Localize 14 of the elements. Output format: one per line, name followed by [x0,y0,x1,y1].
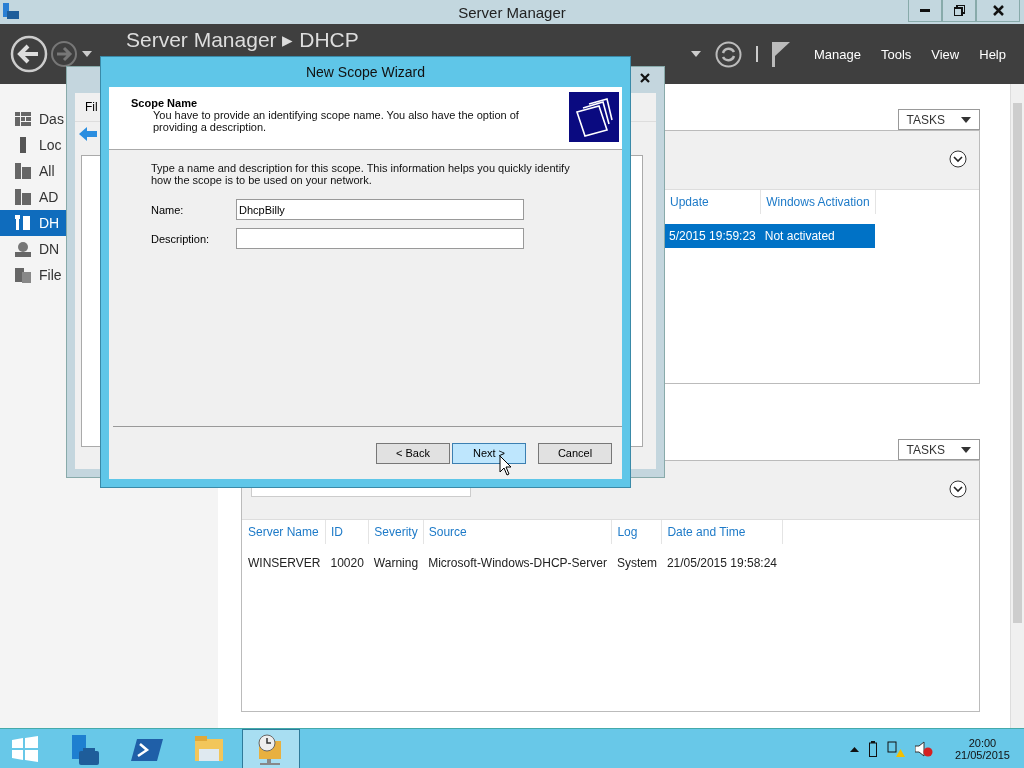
window-title: Server Manager [458,3,566,21]
table-cell: 10020 [325,544,369,575]
breadcrumb: Server Manager ▸ DHCP [126,28,359,52]
table-cell: WINSERVER [243,544,326,575]
page-subtitle: You have to provide an identifying scope name. You also have the option of providing a description. [152,109,520,133]
field-label: Name: [151,203,185,216]
dialog-title: New Scope Wizard [304,63,426,82]
table-cell: System [611,544,662,575]
instructions: Type a name and description for this scope. This information helps you quickly identify how the scope is to be used on your network. [151,162,571,186]
table-cell: Warning [368,544,424,575]
page-heading: Scope Name [131,97,199,109]
table-cell: 21/05/2015 19:58:24 [661,544,782,575]
table-cell: Microsoft-Windows-DHCP-Server [423,544,612,575]
field-label: Description: [151,232,211,245]
